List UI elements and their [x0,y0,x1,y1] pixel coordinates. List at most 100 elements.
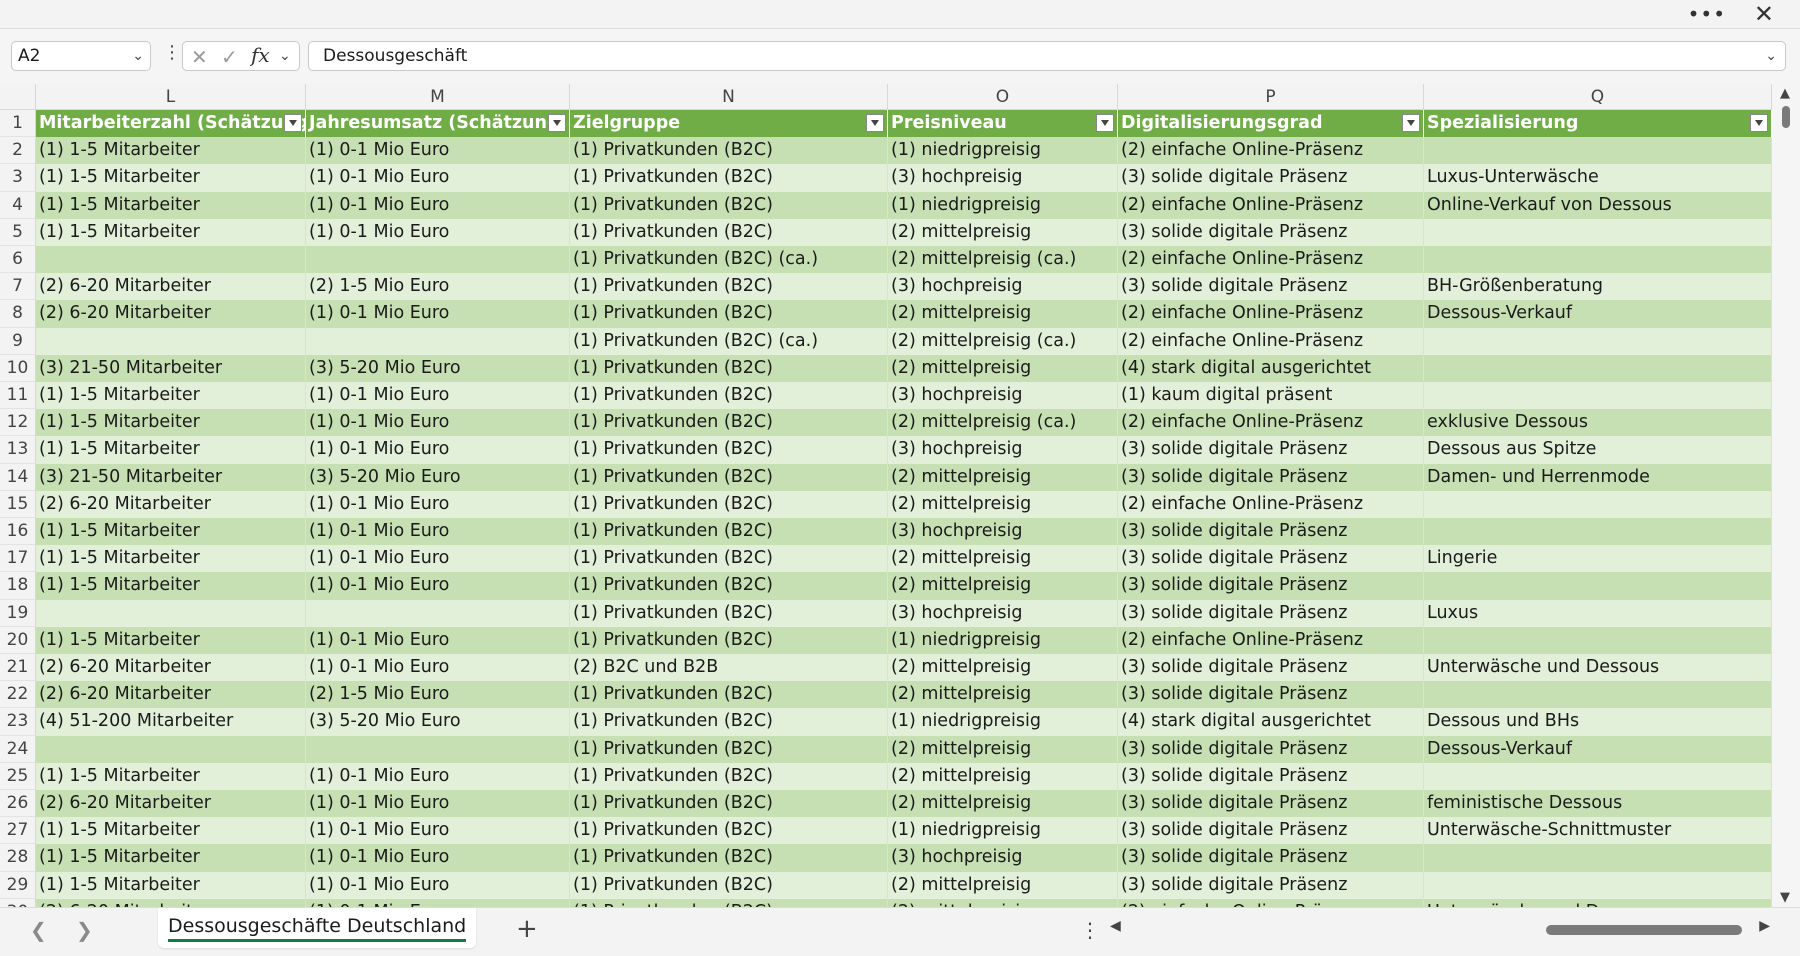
vertical-scrollbar[interactable]: ▲ ▼ [1772,84,1800,907]
row-header[interactable]: 23 [0,708,36,736]
row-header[interactable]: 1 [0,110,36,138]
table-cell[interactable]: (1) Privatkunden (B2C) [570,436,888,464]
table-cell[interactable]: (1) 1-5 Mitarbeiter [36,218,306,246]
table-cell[interactable]: feministische Dessous [1424,790,1772,818]
table-cell[interactable]: (1) Privatkunden (B2C) [570,137,888,165]
table-cell[interactable]: (1) Privatkunden (B2C) [570,191,888,219]
table-cell[interactable]: (3) hochpreisig [888,382,1118,410]
table-cell[interactable]: (1) Privatkunden (B2C) [570,273,888,301]
table-cell[interactable]: (2) mittelpreisig [888,790,1118,818]
table-cell[interactable]: (3) solide digitale Präsenz [1118,572,1424,600]
table-cell[interactable]: (3) 5-20 Mio Euro [306,708,570,736]
table-cell[interactable]: (2) mittelpreisig (ca.) [888,327,1118,355]
table-cell[interactable]: (2) einfache Online-Präsenz [1118,300,1424,328]
table-cell[interactable]: (1) Privatkunden (B2C) [570,599,888,627]
row-header[interactable]: 5 [0,218,36,246]
table-cell[interactable]: (2) mittelpreisig [888,898,1118,907]
table-cell[interactable]: (1) Privatkunden (B2C) [570,790,888,818]
table-cell[interactable]: (3) hochpreisig [888,518,1118,546]
vertical-dots-icon[interactable]: ⋮ [1080,918,1100,942]
table-cell[interactable] [1424,218,1772,246]
table-cell[interactable]: (1) 1-5 Mitarbeiter [36,844,306,872]
table-cell[interactable]: (3) solide digitale Präsenz [1118,654,1424,682]
table-cell[interactable]: (3) solide digitale Präsenz [1118,463,1424,491]
row-header[interactable]: 18 [0,572,36,600]
table-cell[interactable]: Unterwäsche und Dessous [1424,654,1772,682]
table-cell[interactable]: (1) 0-1 Mio Euro [306,409,570,437]
table-cell[interactable]: (1) 1-5 Mitarbeiter [36,409,306,437]
table-cell[interactable]: (3) solide digitale Präsenz [1118,436,1424,464]
table-cell[interactable]: (3) solide digitale Präsenz [1118,218,1424,246]
scroll-right-icon[interactable]: ▶ [1759,918,1770,934]
row-header[interactable]: 21 [0,654,36,682]
table-cell[interactable]: (3) solide digitale Präsenz [1118,273,1424,301]
horizontal-scrollbar[interactable]: ◀ ▶ [1110,918,1770,944]
table-cell[interactable]: (3) solide digitale Präsenz [1118,164,1424,192]
table-cell[interactable] [36,599,306,627]
table-cell[interactable]: exklusive Dessous [1424,409,1772,437]
table-cell[interactable]: (1) 0-1 Mio Euro [306,191,570,219]
table-cell[interactable]: (3) 21-50 Mitarbeiter [36,463,306,491]
table-cell[interactable]: (4) stark digital ausgerichtet [1118,708,1424,736]
row-header[interactable]: 22 [0,681,36,709]
row-header[interactable]: 25 [0,762,36,790]
table-header-cell[interactable]: Spezialisierung [1424,110,1772,138]
table-cell[interactable] [306,327,570,355]
prev-sheet-icon[interactable]: ❮ [30,918,47,942]
table-cell[interactable] [36,246,306,274]
column-header-o[interactable]: O [888,84,1118,110]
table-header-cell[interactable]: Jahresumsatz (Schätzung) [306,110,570,138]
table-cell[interactable]: (1) 0-1 Mio Euro [306,300,570,328]
table-cell[interactable]: (3) solide digitale Präsenz [1118,817,1424,845]
vertical-dots-icon[interactable]: ⋮ [163,42,181,63]
table-cell[interactable] [306,246,570,274]
row-header[interactable]: 6 [0,246,36,274]
table-cell[interactable]: (1) 0-1 Mio Euro [306,518,570,546]
table-cell[interactable]: (2) mittelpreisig [888,681,1118,709]
table-cell[interactable] [1424,490,1772,518]
table-cell[interactable]: (1) 0-1 Mio Euro [306,137,570,165]
table-cell[interactable] [306,599,570,627]
table-cell[interactable] [1424,871,1772,899]
table-header-cell[interactable]: Preisniveau [888,110,1118,138]
table-cell[interactable]: (1) 1-5 Mitarbeiter [36,137,306,165]
column-header-n[interactable]: N [570,84,888,110]
table-cell[interactable]: (2) mittelpreisig [888,762,1118,790]
table-cell[interactable]: (2) einfache Online-Präsenz [1118,327,1424,355]
row-header[interactable]: 19 [0,599,36,627]
row-header[interactable]: 4 [0,191,36,219]
table-header-cell[interactable]: Digitalisierungsgrad [1118,110,1424,138]
table-cell[interactable]: Lingerie [1424,545,1772,573]
table-cell[interactable]: (1) Privatkunden (B2C) [570,164,888,192]
table-cell[interactable]: Luxus [1424,599,1772,627]
table-cell[interactable]: (1) niedrigpreisig [888,708,1118,736]
row-header[interactable]: 28 [0,844,36,872]
table-cell[interactable]: (1) Privatkunden (B2C) [570,354,888,382]
sheet-tab-dessousgeschaefte[interactable]: Dessousgeschäfte Deutschland [158,908,477,948]
horizontal-scroll-thumb[interactable] [1546,925,1742,935]
scroll-down-icon[interactable]: ▼ [1780,890,1790,905]
table-cell[interactable]: (1) Privatkunden (B2C) [570,490,888,518]
table-cell[interactable]: (3) hochpreisig [888,844,1118,872]
table-cell[interactable]: (1) 0-1 Mio Euro [306,871,570,899]
table-cell[interactable]: (1) 0-1 Mio Euro [306,790,570,818]
table-cell[interactable]: (2) mittelpreisig [888,654,1118,682]
row-header[interactable]: 20 [0,626,36,654]
table-cell[interactable]: (3) 5-20 Mio Euro [306,463,570,491]
row-header[interactable]: 16 [0,518,36,546]
filter-dropdown-icon[interactable] [1402,114,1420,132]
table-cell[interactable]: (2) mittelpreisig [888,354,1118,382]
table-cell[interactable]: Dessous-Verkauf [1424,300,1772,328]
table-cell[interactable]: (1) 1-5 Mitarbeiter [36,817,306,845]
table-cell[interactable]: Luxus-Unterwäsche [1424,164,1772,192]
table-cell[interactable] [1424,354,1772,382]
table-cell[interactable]: (1) 0-1 Mio Euro [306,762,570,790]
table-cell[interactable]: (1) Privatkunden (B2C) [570,382,888,410]
table-cell[interactable]: (3) hochpreisig [888,599,1118,627]
column-header-m[interactable]: M [306,84,570,110]
table-cell[interactable]: (2) einfache Online-Präsenz [1118,626,1424,654]
table-cell[interactable]: (1) Privatkunden (B2C) [570,871,888,899]
table-cell[interactable]: (1) 1-5 Mitarbeiter [36,762,306,790]
table-cell[interactable] [1424,382,1772,410]
table-cell[interactable]: (2) mittelpreisig (ca.) [888,246,1118,274]
